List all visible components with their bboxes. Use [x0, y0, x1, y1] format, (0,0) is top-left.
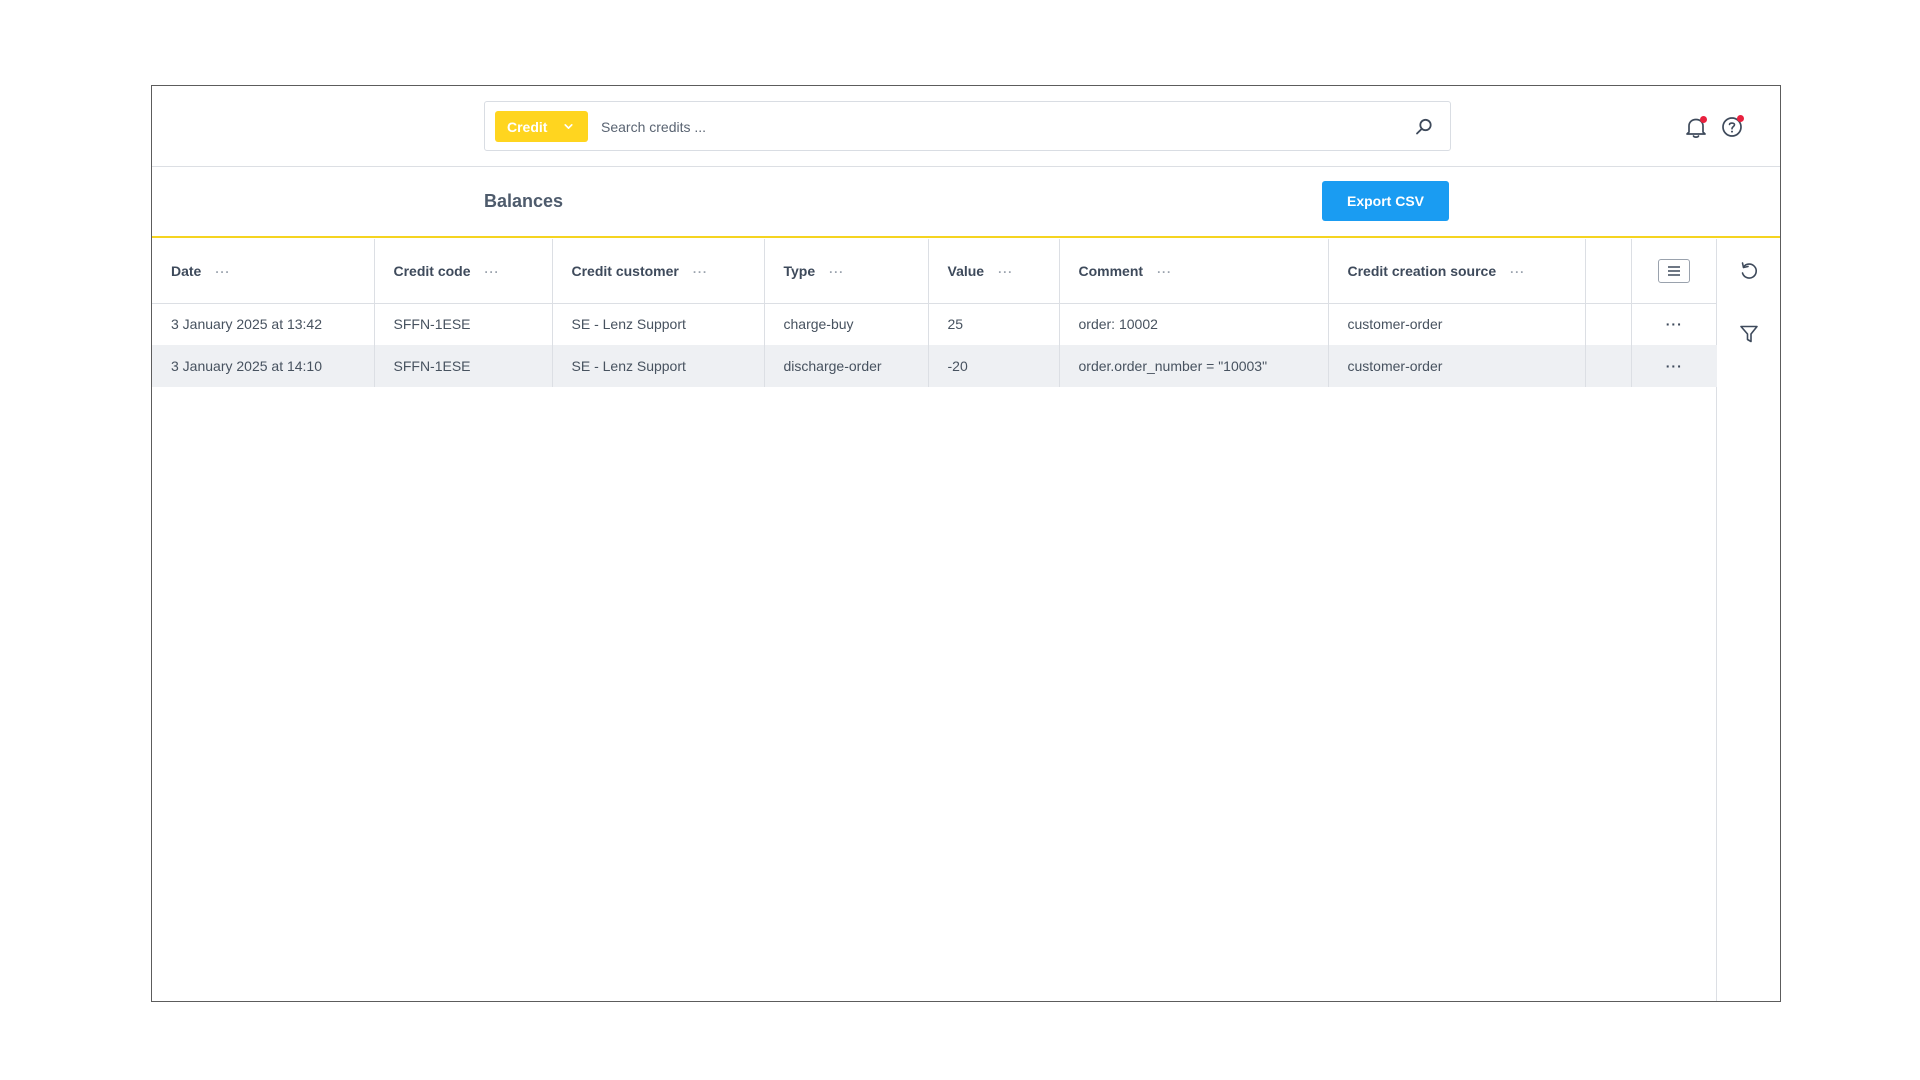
- menu-icon: [1668, 266, 1681, 276]
- cell-row-actions: ···: [1631, 345, 1717, 387]
- table-row[interactable]: 3 January 2025 at 14:10 SFFN-1ESE SE - L…: [152, 345, 1717, 387]
- cell-type: discharge-order: [764, 345, 929, 387]
- cell-credit-creation-source: customer-order: [1328, 303, 1586, 345]
- column-options-icon[interactable]: ···: [1157, 265, 1172, 279]
- cell-credit-creation-source: customer-order: [1328, 345, 1586, 387]
- column-header-credit-customer[interactable]: Credit customer ···: [552, 239, 765, 304]
- cell-credit-customer: SE - Lenz Support: [552, 345, 765, 387]
- cell-credit-customer: SE - Lenz Support: [552, 303, 765, 345]
- column-options-icon[interactable]: ···: [693, 265, 708, 279]
- column-header-credit-code[interactable]: Credit code ···: [374, 239, 553, 304]
- cell-spacer: [1585, 345, 1632, 387]
- column-options-icon[interactable]: ···: [998, 265, 1013, 279]
- page-title: Balances: [484, 191, 564, 211]
- search-icon[interactable]: [1414, 117, 1434, 137]
- column-header-credit-creation-source[interactable]: Credit creation source ···: [1328, 239, 1586, 304]
- column-options-icon[interactable]: ···: [829, 265, 844, 279]
- column-options-icon[interactable]: ···: [485, 265, 500, 279]
- cell-comment: order: 10002: [1059, 303, 1329, 345]
- column-options-icon[interactable]: ···: [1510, 265, 1525, 279]
- help-notification-dot: [1737, 115, 1744, 122]
- column-options-icon[interactable]: ···: [215, 265, 230, 279]
- cell-credit-code: SFFN-1ESE: [374, 345, 553, 387]
- cell-date: 3 January 2025 at 14:10: [152, 345, 375, 387]
- cell-credit-code: SFFN-1ESE: [374, 303, 553, 345]
- cell-value: 25: [928, 303, 1060, 345]
- column-header-type[interactable]: Type ···: [764, 239, 929, 304]
- column-header-date[interactable]: Date ···: [152, 239, 375, 304]
- search-category-label: Credit: [507, 118, 548, 135]
- column-settings-button[interactable]: [1658, 258, 1691, 283]
- chevron-down-icon: [564, 124, 573, 129]
- balances-table: Date ··· Credit code ··· Credit customer ··…: [152, 239, 1717, 1001]
- search-input[interactable]: [601, 111, 1391, 142]
- column-header-comment[interactable]: Comment ···: [1059, 239, 1329, 304]
- page-header: Balances Export CSV: [152, 167, 1780, 238]
- table-row[interactable]: 3 January 2025 at 13:42 SFFN-1ESE SE - L…: [152, 303, 1717, 345]
- column-header-value[interactable]: Value ···: [928, 239, 1060, 304]
- top-bar: Credit: [152, 86, 1780, 167]
- cell-row-actions: ···: [1631, 303, 1717, 345]
- table-header-row: Date ··· Credit code ··· Credit customer ··…: [152, 239, 1717, 304]
- export-csv-button[interactable]: Export CSV: [1322, 181, 1449, 221]
- notifications-button[interactable]: [1683, 114, 1709, 140]
- search-bar: Credit: [484, 101, 1451, 151]
- notification-dot: [1700, 116, 1707, 123]
- cell-date: 3 January 2025 at 13:42: [152, 303, 375, 345]
- row-actions-icon[interactable]: ···: [1666, 358, 1683, 374]
- app-window: Credit Search credits ... Balances Expor…: [151, 85, 1781, 1002]
- search-category-dropdown[interactable]: Credit: [495, 111, 588, 142]
- row-actions-icon[interactable]: ···: [1666, 316, 1683, 332]
- help-button[interactable]: [1719, 114, 1745, 140]
- column-header-spacer: [1585, 239, 1632, 304]
- filter-icon[interactable]: [1738, 323, 1760, 345]
- cell-type: charge-buy: [764, 303, 929, 345]
- reset-icon[interactable]: [1738, 260, 1760, 282]
- column-header-settings: [1631, 239, 1717, 304]
- cell-spacer: [1585, 303, 1632, 345]
- cell-value: -20: [928, 345, 1060, 387]
- cell-comment: order.order_number = "10003": [1059, 345, 1329, 387]
